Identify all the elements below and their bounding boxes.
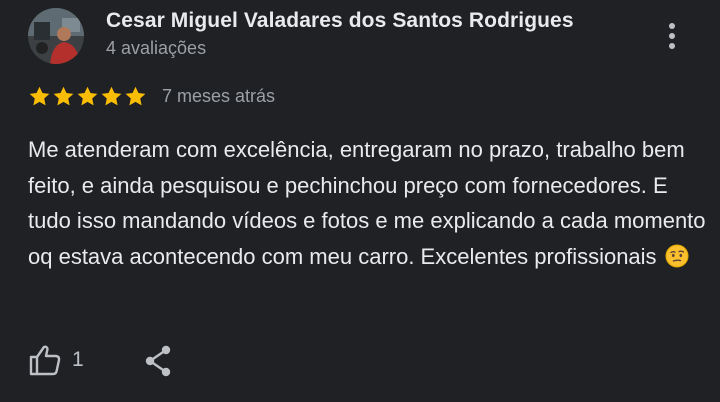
star-icon	[125, 86, 146, 106]
star-icon	[77, 86, 98, 106]
more-vert-icon	[669, 23, 675, 49]
author-name[interactable]: Cesar Miguel Valadares dos Santos Rodrig…	[106, 9, 574, 33]
share-button[interactable]	[142, 344, 174, 378]
star-icon	[101, 86, 122, 106]
face-with-monocle-like-emoji-icon	[665, 244, 689, 267]
review-body: Me atenderam com excelência, entregaram …	[28, 137, 706, 269]
like-count: 1	[72, 348, 84, 371]
share-icon	[145, 345, 171, 377]
like-button[interactable]: 1	[28, 340, 84, 380]
thumbs-up-icon	[29, 345, 61, 376]
more-options-button[interactable]	[660, 20, 684, 52]
star-icon	[29, 86, 50, 106]
star-rating	[28, 85, 147, 109]
review-count: 4 avaliações	[106, 38, 207, 58]
avatar[interactable]	[28, 8, 84, 64]
review-text: Me atenderam com excelência, entregaram …	[28, 132, 708, 274]
review-date: 7 meses atrás	[162, 86, 276, 106]
star-icon	[53, 86, 74, 106]
